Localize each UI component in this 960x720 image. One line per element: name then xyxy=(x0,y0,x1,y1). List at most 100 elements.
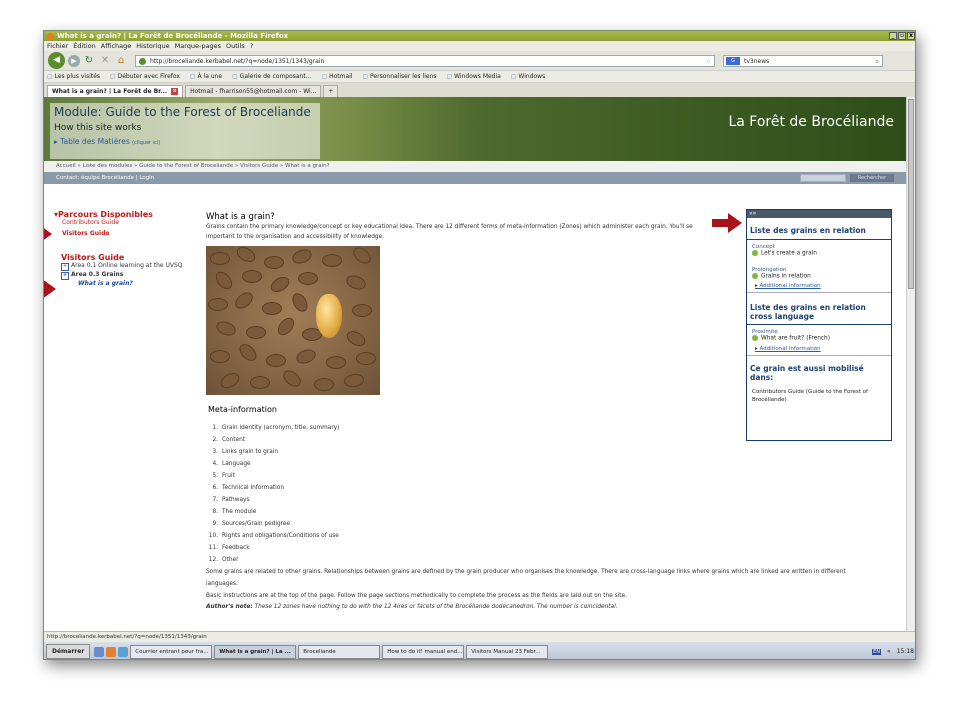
red-arrow-icon xyxy=(44,224,52,244)
parcours-heading[interactable]: ▾Parcours Disponibles xyxy=(54,210,194,219)
related-grain-link[interactable]: Grains in relation xyxy=(747,273,891,279)
login-bar: Contact: équipe Brocéliande | Login Rech… xyxy=(44,172,908,184)
list-item: 9. Sources/Grain pedigree xyxy=(212,521,291,527)
taskbar-button[interactable]: Visitors Manual 23 Febr... xyxy=(466,644,549,659)
taskbar-button[interactable]: Courrier entrant pour fra... xyxy=(130,644,213,659)
corn-kernel xyxy=(316,294,342,338)
maximize-button[interactable]: ▫ xyxy=(898,32,906,40)
bookmark-item[interactable]: Débuter avec Firefox xyxy=(110,73,180,80)
forward-button[interactable]: ▶ xyxy=(68,54,80,67)
panel-toggle[interactable]: »» xyxy=(747,210,891,218)
url-text: http://broceliande.kerbabel.net/?q=node/… xyxy=(150,57,325,65)
tab-hotmail[interactable]: Hotmail - fharrison55@hotmail.com - Wi..… xyxy=(185,85,322,97)
author-note: Author's note: These 12 zones have nothi… xyxy=(206,604,746,610)
tray-icons[interactable]: « xyxy=(887,648,891,655)
module-title: Module: Guide to the Forest of Brocelian… xyxy=(54,105,311,119)
menu-affichage[interactable]: Affichage xyxy=(101,42,132,50)
menu-help[interactable]: ? xyxy=(250,42,253,50)
ie-icon[interactable] xyxy=(94,646,105,657)
bookmark-star-icon[interactable]: ☆ xyxy=(706,56,711,67)
window-controls: _ ▫ x xyxy=(888,32,915,40)
cross-language-heading: Liste des grains en relation cross langu… xyxy=(747,293,891,325)
site-search-button[interactable]: Rechercher xyxy=(850,174,894,182)
bookmark-item[interactable]: Personnaliser les liens xyxy=(362,73,437,80)
window-title: What is a grain? | La Forêt de Brocélian… xyxy=(57,32,289,40)
current-page-link[interactable]: What is a grain? xyxy=(78,280,194,287)
bookmark-item[interactable]: Windows xyxy=(511,73,545,80)
toc-link[interactable]: ▸ Table des Matières (cliquer ici) xyxy=(54,137,160,146)
article-intro-continued: important to the organisation and access… xyxy=(206,234,385,240)
red-arrow-icon xyxy=(712,213,742,233)
area-0-3[interactable]: Area 0.3 Grains xyxy=(61,271,194,280)
related-grain-link[interactable]: Let's create a grain xyxy=(747,250,891,257)
visitors-guide-heading[interactable]: Visitors Guide xyxy=(61,253,194,262)
close-button[interactable]: x xyxy=(907,32,915,40)
firefox-quicklaunch-icon[interactable] xyxy=(106,646,117,657)
also-used-heading: Ce grain est aussi mobilisé dans: xyxy=(750,363,864,382)
red-arrow-icon xyxy=(44,279,56,299)
author-note-text: These 12 zones have nothing to do with t… xyxy=(252,604,618,610)
site-banner: Module: Guide to the Forest of Brocelian… xyxy=(44,97,908,161)
also-used-text[interactable]: Contributors Guide (Guide to the Forest … xyxy=(747,385,891,407)
bookmark-item[interactable]: Windows Media xyxy=(447,73,501,80)
parcours-label: Parcours Disponibles xyxy=(58,210,153,219)
additional-information-link[interactable]: Additional information xyxy=(747,346,891,356)
bookmark-item[interactable]: Galerie de composant... xyxy=(232,73,312,80)
list-item: 4. Language xyxy=(212,461,251,467)
language-indicator[interactable]: EN xyxy=(872,648,882,655)
stop-icon[interactable]: ✕ xyxy=(99,55,111,67)
bookmark-item[interactable]: Hotmail xyxy=(321,73,352,80)
tab-label: + xyxy=(328,88,334,95)
menu-historique[interactable]: Historique xyxy=(136,42,169,50)
list-item: 3. Links grain to grain xyxy=(212,449,279,455)
start-button[interactable]: Démarrer xyxy=(46,644,91,659)
navigation-toolbar: ◀ ▶ ↻ ✕ ⌂ http://broceliande.kerbabel.ne… xyxy=(44,51,915,71)
taskbar-button[interactable]: How to do it! manual end... xyxy=(382,644,465,659)
taskbar-button[interactable]: What is a grain? | La ... xyxy=(214,644,297,659)
tab-label: What is a grain? | La Forêt de Br... xyxy=(52,88,168,95)
site-search-input[interactable] xyxy=(800,174,846,182)
article-title: What is a grain? xyxy=(206,212,275,222)
toc-hint: (cliquer ici) xyxy=(132,140,161,146)
list-item: 1. Grain identity (acronym, title, summar… xyxy=(212,425,340,431)
menu-outils[interactable]: Outils xyxy=(226,42,245,50)
menu-edition[interactable]: Édition xyxy=(73,42,96,50)
area-0-1[interactable]: Area 0.1 Online learning at the UVSQ xyxy=(61,262,194,271)
vertical-scrollbar[interactable] xyxy=(906,97,915,631)
breadcrumb[interactable]: Accueil » Liste des modules » Guide to t… xyxy=(44,161,908,172)
search-icon[interactable]: ⌕ xyxy=(876,56,879,67)
new-tab-button[interactable]: + xyxy=(323,85,339,97)
home-icon[interactable]: ⌂ xyxy=(115,55,127,67)
bookmark-item[interactable]: Les plus visités xyxy=(47,73,100,80)
taskbar-button[interactable]: Broceliande xyxy=(298,644,381,659)
system-tray: EN « 15:18 xyxy=(872,648,915,655)
menu-bar: Fichier Édition Affichage Historique Mar… xyxy=(44,41,915,51)
bookmark-item[interactable]: À la une xyxy=(190,73,223,80)
tab-bar: What is a grain? | La Forêt de Br... x Ho… xyxy=(44,83,915,97)
visitors-guide-link[interactable]: Visitors Guide xyxy=(62,230,194,237)
tab-what-is-a-grain[interactable]: What is a grain? | La Forêt de Br... x xyxy=(47,85,184,97)
contributors-guide-link[interactable]: Contributors Guide xyxy=(62,219,194,226)
list-item: 11. Feedback xyxy=(208,545,250,551)
reload-icon[interactable]: ↻ xyxy=(83,55,95,67)
back-button[interactable]: ◀ xyxy=(48,52,65,69)
search-input[interactable]: G tv3news ⌕ xyxy=(723,54,883,67)
menu-marque-pages[interactable]: Marque-pages xyxy=(175,42,221,50)
related-grain-link[interactable]: What are fruit? (French) xyxy=(747,335,891,342)
related-grains-heading: Liste des grains en relation xyxy=(747,218,891,240)
scroll-thumb[interactable] xyxy=(908,99,914,289)
login-links[interactable]: Contact: équipe Brocéliande | Login xyxy=(56,175,154,181)
site-title[interactable]: La Forêt de Brocéliande xyxy=(728,114,894,130)
close-tab-icon[interactable]: x xyxy=(171,88,179,95)
related-grains-panel: »» Liste des grains en relation Concept … xyxy=(746,209,892,441)
media-icon[interactable] xyxy=(118,646,129,657)
search-engine-icon[interactable]: G xyxy=(726,56,740,65)
list-item: 6. Technical Information xyxy=(212,485,285,491)
windows-taskbar: Démarrer Courrier entrant pour fra... Wh… xyxy=(44,642,915,659)
minimize-button[interactable]: _ xyxy=(889,32,897,40)
additional-information-link[interactable]: Additional information xyxy=(747,283,891,293)
main-article: What is a grain? Grains contain the prim… xyxy=(206,212,846,610)
menu-fichier[interactable]: Fichier xyxy=(47,42,68,50)
toc-label: Table des Matières xyxy=(60,137,130,146)
url-bar[interactable]: http://broceliande.kerbabel.net/?q=node/… xyxy=(135,54,715,67)
